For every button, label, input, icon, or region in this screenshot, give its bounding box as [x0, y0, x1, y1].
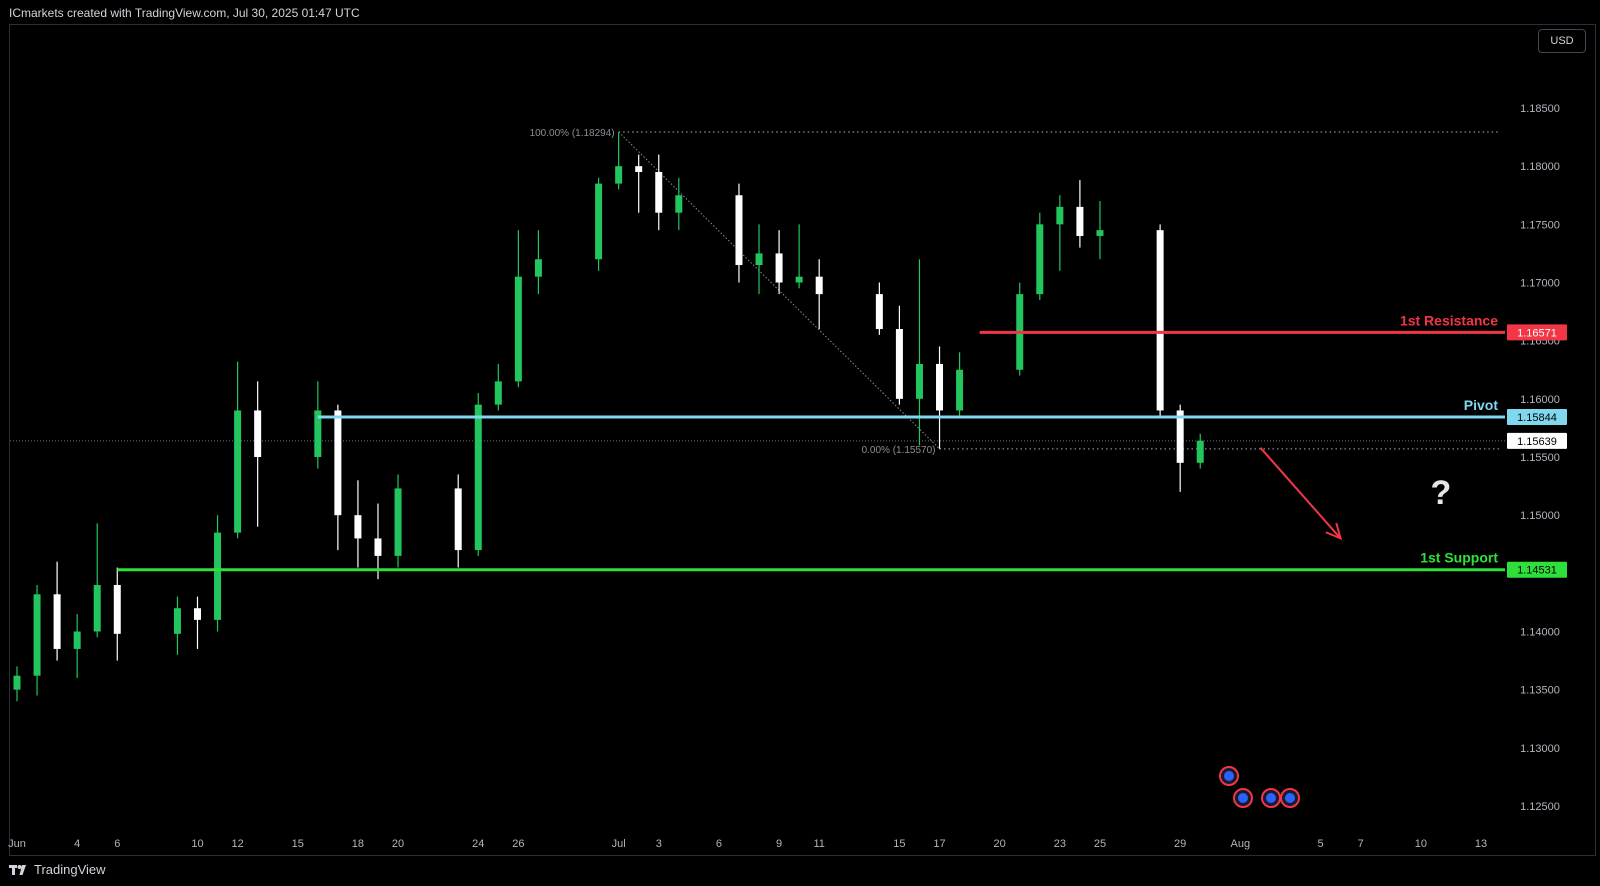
candle-body [73, 631, 81, 649]
candle-body [454, 488, 462, 551]
fib-level-label: 100.00% (1.18294) [530, 128, 615, 139]
candle-body [1036, 224, 1044, 295]
x-axis-tick-label: 15 [292, 838, 304, 850]
x-axis-tick-label: Jun [8, 838, 26, 850]
event-flag-icon [1224, 771, 1234, 781]
candle-body [354, 515, 362, 539]
x-axis-tick-label: 7 [1358, 838, 1364, 850]
x-axis-tick-label: 6 [716, 838, 722, 850]
price-chart[interactable]: 100.00% (1.18294) 0.00% (1.15570) 1st Resi… [0, 0, 1600, 886]
candle-body [675, 195, 683, 213]
candle-body [474, 404, 482, 551]
candle-body [53, 594, 61, 649]
event-flag-icon [1238, 793, 1248, 803]
candle-body [113, 584, 121, 634]
candle-body [514, 276, 522, 382]
fib-level-label: 0.00% (1.15570) [862, 445, 936, 456]
x-axis-tick-label: 6 [114, 838, 120, 850]
candle-body [394, 488, 402, 556]
x-axis-tick-label: 25 [1094, 838, 1106, 850]
y-axis-tick-label: 1.13000 [1520, 743, 1560, 755]
x-axis-tick-label: Aug [1231, 838, 1251, 850]
tradingview-logo-icon [9, 864, 26, 875]
x-axis-tick-label: 20 [994, 838, 1006, 850]
candle-body [494, 381, 502, 405]
candle-body [214, 532, 222, 620]
projection-arrow [1259, 447, 1342, 540]
level-name-label: Pivot [1464, 397, 1499, 413]
candle-body [655, 171, 663, 213]
candle-body [334, 410, 342, 516]
x-axis-tick-label: 13 [1475, 838, 1487, 850]
candle-body [93, 584, 101, 632]
x-axis-tick-label: 15 [893, 838, 905, 850]
candle-body [13, 675, 21, 690]
x-axis-tick-label: 26 [512, 838, 524, 850]
y-axis-tick-label: 1.17500 [1520, 219, 1560, 231]
candle-body [956, 369, 964, 411]
candle-body [735, 195, 743, 266]
x-axis-tick-label: 10 [191, 838, 203, 850]
candle-body [534, 259, 542, 277]
tradingview-brand-label: TradingView [34, 862, 106, 877]
x-axis-tick-label: 9 [776, 838, 782, 850]
candle-body [635, 166, 643, 172]
candle-body [1156, 230, 1164, 411]
y-axis-tick-label: 1.18500 [1520, 103, 1560, 115]
current-price-tag: 1.15639 [1517, 436, 1557, 448]
y-axis-tick-label: 1.15000 [1520, 510, 1560, 522]
event-flag-icon [1285, 793, 1295, 803]
candle-body [234, 410, 242, 533]
candle-body [875, 294, 883, 330]
y-axis-tick-label: 1.14000 [1520, 627, 1560, 639]
candle-body [755, 253, 763, 266]
level-name-label: 1st Resistance [1400, 312, 1498, 328]
candle-body [193, 608, 201, 620]
x-axis-tick-label: 10 [1415, 838, 1427, 850]
candle-body [1076, 206, 1084, 236]
x-axis-tick-label: 23 [1054, 838, 1066, 850]
candle-body [1056, 206, 1064, 225]
x-axis-tick-label: 29 [1174, 838, 1186, 850]
x-axis-tick-label: 12 [231, 838, 243, 850]
candle-body [1196, 440, 1204, 463]
level-price-tag: 1.15844 [1517, 412, 1557, 424]
candle-body [936, 363, 944, 411]
level-price-tag: 1.16571 [1517, 327, 1557, 339]
x-axis-tick-label: 20 [392, 838, 404, 850]
y-axis-tick-label: 1.12500 [1520, 801, 1560, 813]
x-axis-tick-label: Jul [612, 838, 626, 850]
y-axis-tick-label: 1.15500 [1520, 452, 1560, 464]
candle-body [374, 538, 382, 556]
x-axis-tick-label: 5 [1317, 838, 1323, 850]
candle-body [615, 166, 623, 184]
candle-body [895, 329, 903, 399]
x-axis-tick-label: 17 [933, 838, 945, 850]
candle-body [775, 253, 783, 283]
question-mark-annotation: ? [1430, 474, 1451, 512]
candle-body [795, 276, 803, 283]
candle-body [1096, 230, 1104, 236]
x-axis-tick-label: 3 [656, 838, 662, 850]
level-price-tag: 1.14531 [1517, 565, 1557, 577]
y-axis-tick-label: 1.17000 [1520, 278, 1560, 290]
candle-body [595, 183, 603, 260]
candle-body [33, 594, 41, 676]
y-axis-tick-label: 1.16000 [1520, 394, 1560, 406]
y-axis-tick-label: 1.13500 [1520, 685, 1560, 697]
candle-body [173, 608, 181, 634]
y-axis-tick-label: 1.18000 [1520, 161, 1560, 173]
x-axis-tick-label: 24 [472, 838, 484, 850]
candle-body [815, 276, 823, 295]
x-axis-tick-label: 18 [352, 838, 364, 850]
candle-body [254, 410, 262, 457]
candle-body [915, 363, 923, 399]
x-axis-tick-label: 4 [74, 838, 80, 850]
level-name-label: 1st Support [1420, 550, 1498, 566]
event-flag-icon [1266, 793, 1276, 803]
tradingview-brand[interactable]: TradingView [9, 862, 106, 877]
x-axis-tick-label: 11 [813, 838, 824, 850]
